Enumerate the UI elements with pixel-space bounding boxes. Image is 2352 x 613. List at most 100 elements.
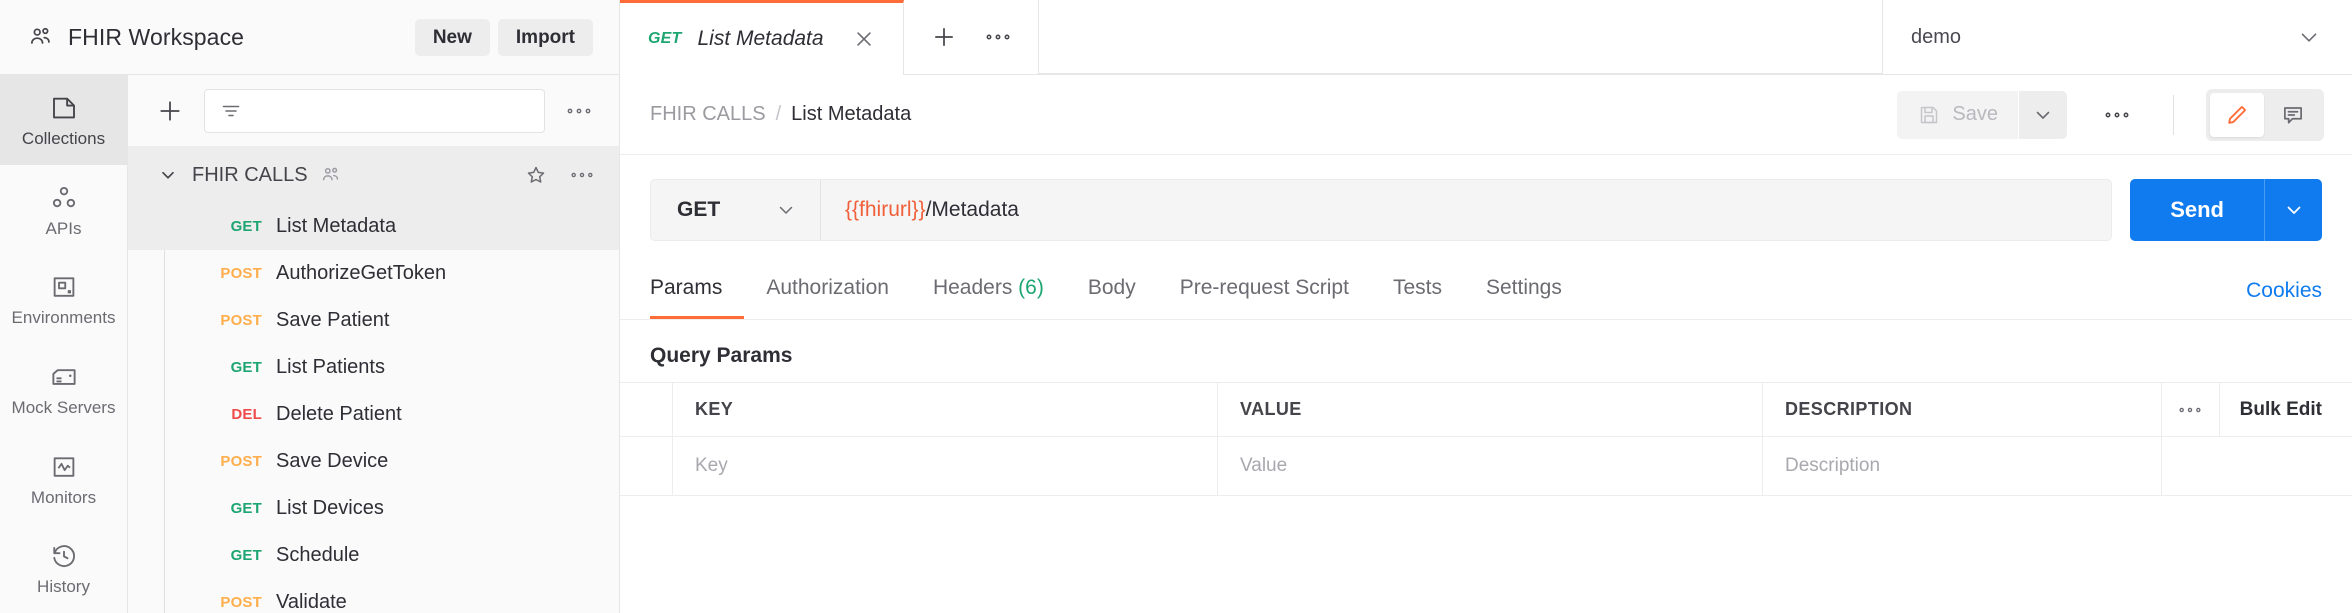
mock-server-icon bbox=[49, 362, 79, 392]
row-ellipsis-placeholder bbox=[2162, 437, 2220, 495]
postman-window: FHIR Workspace New Import GET List Metad… bbox=[0, 0, 2352, 613]
cookies-link[interactable]: Cookies bbox=[2246, 265, 2322, 319]
workspace-actions: New Import bbox=[414, 18, 593, 56]
star-icon[interactable] bbox=[519, 158, 553, 192]
users-icon bbox=[28, 24, 54, 50]
send-button-group: Send bbox=[2130, 179, 2322, 241]
sidebar-item-history[interactable]: History bbox=[0, 523, 127, 613]
request-tab-list-metadata[interactable]: GET List Metadata bbox=[620, 0, 904, 75]
workspace-title-group[interactable]: FHIR Workspace bbox=[28, 24, 415, 51]
collections-explorer: FHIR CALLS GET List Metadata POST Author… bbox=[128, 75, 620, 613]
close-icon[interactable] bbox=[851, 26, 877, 52]
tab-authorization[interactable]: Authorization bbox=[744, 261, 911, 319]
param-description-input[interactable]: Description bbox=[1763, 437, 2162, 496]
search-input[interactable] bbox=[253, 100, 530, 121]
request-name: AuthorizeGetToken bbox=[276, 262, 447, 284]
tab-label: Headers bbox=[932, 276, 1013, 299]
param-key-input[interactable]: Key bbox=[673, 437, 1218, 496]
table-row[interactable]: Key Value Description Bulk Edit bbox=[620, 436, 2352, 497]
send-button[interactable]: Send bbox=[2130, 179, 2264, 241]
request-method: GET bbox=[230, 547, 262, 564]
tab-label: Body bbox=[1087, 276, 1136, 299]
comment-icon[interactable] bbox=[2266, 93, 2320, 137]
request-item-save-device[interactable]: POST Save Device bbox=[128, 438, 619, 485]
column-header-description: DESCRIPTION bbox=[1763, 383, 2162, 437]
row-checkbox-cell[interactable] bbox=[620, 437, 673, 496]
tab-settings[interactable]: Settings bbox=[1464, 261, 1584, 319]
tab-label: Authorization bbox=[766, 276, 889, 299]
request-item-schedule[interactable]: GET Schedule bbox=[128, 532, 619, 579]
request-method: GET bbox=[230, 359, 262, 376]
tab-pre-request-script[interactable]: Pre-request Script bbox=[1158, 261, 1371, 319]
apis-icon bbox=[49, 183, 79, 213]
chevron-down-icon bbox=[774, 198, 798, 222]
request-item-list-devices[interactable]: GET List Devices bbox=[128, 485, 619, 532]
query-params-title: Query Params bbox=[650, 344, 793, 368]
request-name: List Metadata bbox=[276, 215, 397, 237]
chevron-down-icon bbox=[2296, 24, 2322, 50]
sidebar-item-collections[interactable]: Collections bbox=[0, 75, 127, 165]
table-header-row: KEY VALUE DESCRIPTION Bulk Edit bbox=[620, 382, 2352, 437]
new-button[interactable]: New bbox=[414, 18, 490, 56]
tab-headers[interactable]: Headers (6) bbox=[911, 261, 1066, 319]
param-value-input[interactable]: Value bbox=[1218, 437, 1763, 496]
row-bulk-placeholder: Bulk Edit bbox=[2220, 437, 2352, 495]
ellipsis-icon[interactable] bbox=[559, 91, 599, 131]
url-box: GET {{fhirurl}}/Metadata bbox=[650, 179, 2113, 241]
request-item-validate[interactable]: POST Validate bbox=[128, 579, 619, 613]
search-input-wrapper[interactable] bbox=[204, 88, 545, 133]
request-item-list-patients[interactable]: GET List Patients bbox=[128, 344, 619, 391]
users-icon bbox=[320, 164, 342, 186]
request-item-list-metadata[interactable]: GET List Metadata bbox=[128, 203, 619, 250]
sidebar-item-mock-servers[interactable]: Mock Servers bbox=[0, 344, 127, 434]
request-method: DEL bbox=[231, 406, 262, 423]
sidebar-item-label: Mock Servers bbox=[11, 397, 116, 417]
save-button[interactable]: Save bbox=[1897, 90, 2018, 139]
breadcrumb-separator: / bbox=[775, 103, 782, 125]
history-icon bbox=[49, 541, 79, 571]
plus-icon[interactable] bbox=[150, 91, 190, 131]
sidebar-item-monitors[interactable]: Monitors bbox=[0, 434, 127, 524]
request-pane: FHIR CALLS / List Metadata Save GET {{fh… bbox=[620, 75, 2352, 613]
view-mode-toggle bbox=[2206, 88, 2324, 141]
pencil-icon[interactable] bbox=[2210, 92, 2264, 137]
sidebar-item-label: Collections bbox=[21, 128, 106, 148]
collection-icon bbox=[49, 93, 79, 123]
ellipsis-icon[interactable] bbox=[976, 15, 1020, 59]
tab-body[interactable]: Body bbox=[1066, 261, 1158, 319]
save-options-button[interactable] bbox=[2019, 90, 2067, 139]
breadcrumb-current[interactable]: List Metadata bbox=[791, 103, 911, 126]
sidebar-item-apis[interactable]: APIs bbox=[0, 165, 127, 255]
tab-label: Params bbox=[650, 276, 723, 299]
sidebar-item-label: Monitors bbox=[30, 487, 97, 507]
url-path: /Metadata bbox=[925, 198, 1019, 221]
collection-row-fhir-calls[interactable]: FHIR CALLS bbox=[128, 147, 619, 203]
chevron-down-icon[interactable] bbox=[156, 163, 180, 187]
send-options-button[interactable] bbox=[2264, 179, 2322, 241]
bulk-edit-button[interactable]: Bulk Edit bbox=[2220, 383, 2352, 436]
ellipsis-icon[interactable] bbox=[2162, 383, 2220, 437]
request-item-authorizegettoken[interactable]: POST AuthorizeGetToken bbox=[128, 250, 619, 297]
breadcrumb-collection[interactable]: FHIR CALLS bbox=[650, 103, 766, 126]
tab-tests[interactable]: Tests bbox=[1371, 261, 1464, 319]
import-button[interactable]: Import bbox=[497, 18, 593, 56]
request-more-options-button[interactable] bbox=[2093, 91, 2141, 139]
request-item-save-patient[interactable]: POST Save Patient bbox=[128, 297, 619, 344]
url-input[interactable]: {{fhirurl}}/Metadata bbox=[821, 180, 2111, 240]
request-name: Save Patient bbox=[276, 309, 390, 331]
collection-tree: FHIR CALLS GET List Metadata POST Author… bbox=[128, 147, 619, 613]
request-item-delete-patient[interactable]: DEL Delete Patient bbox=[128, 391, 619, 438]
ellipsis-icon[interactable] bbox=[565, 158, 599, 192]
monitor-icon bbox=[49, 452, 79, 482]
http-method-select[interactable]: GET bbox=[651, 180, 821, 240]
workspace-header: FHIR Workspace New Import bbox=[0, 0, 620, 75]
environment-name: demo bbox=[1911, 25, 1962, 48]
sidebar-rail: Collections APIs Environments Mock Serve… bbox=[0, 75, 128, 613]
explorer-toolbar bbox=[128, 75, 619, 147]
tab-params[interactable]: Params bbox=[650, 261, 745, 320]
plus-icon[interactable] bbox=[922, 15, 966, 59]
sidebar-item-environments[interactable]: Environments bbox=[0, 254, 127, 344]
http-method-value: GET bbox=[677, 198, 721, 221]
request-method: GET bbox=[230, 218, 262, 235]
environment-selector[interactable]: demo bbox=[1882, 0, 2352, 75]
